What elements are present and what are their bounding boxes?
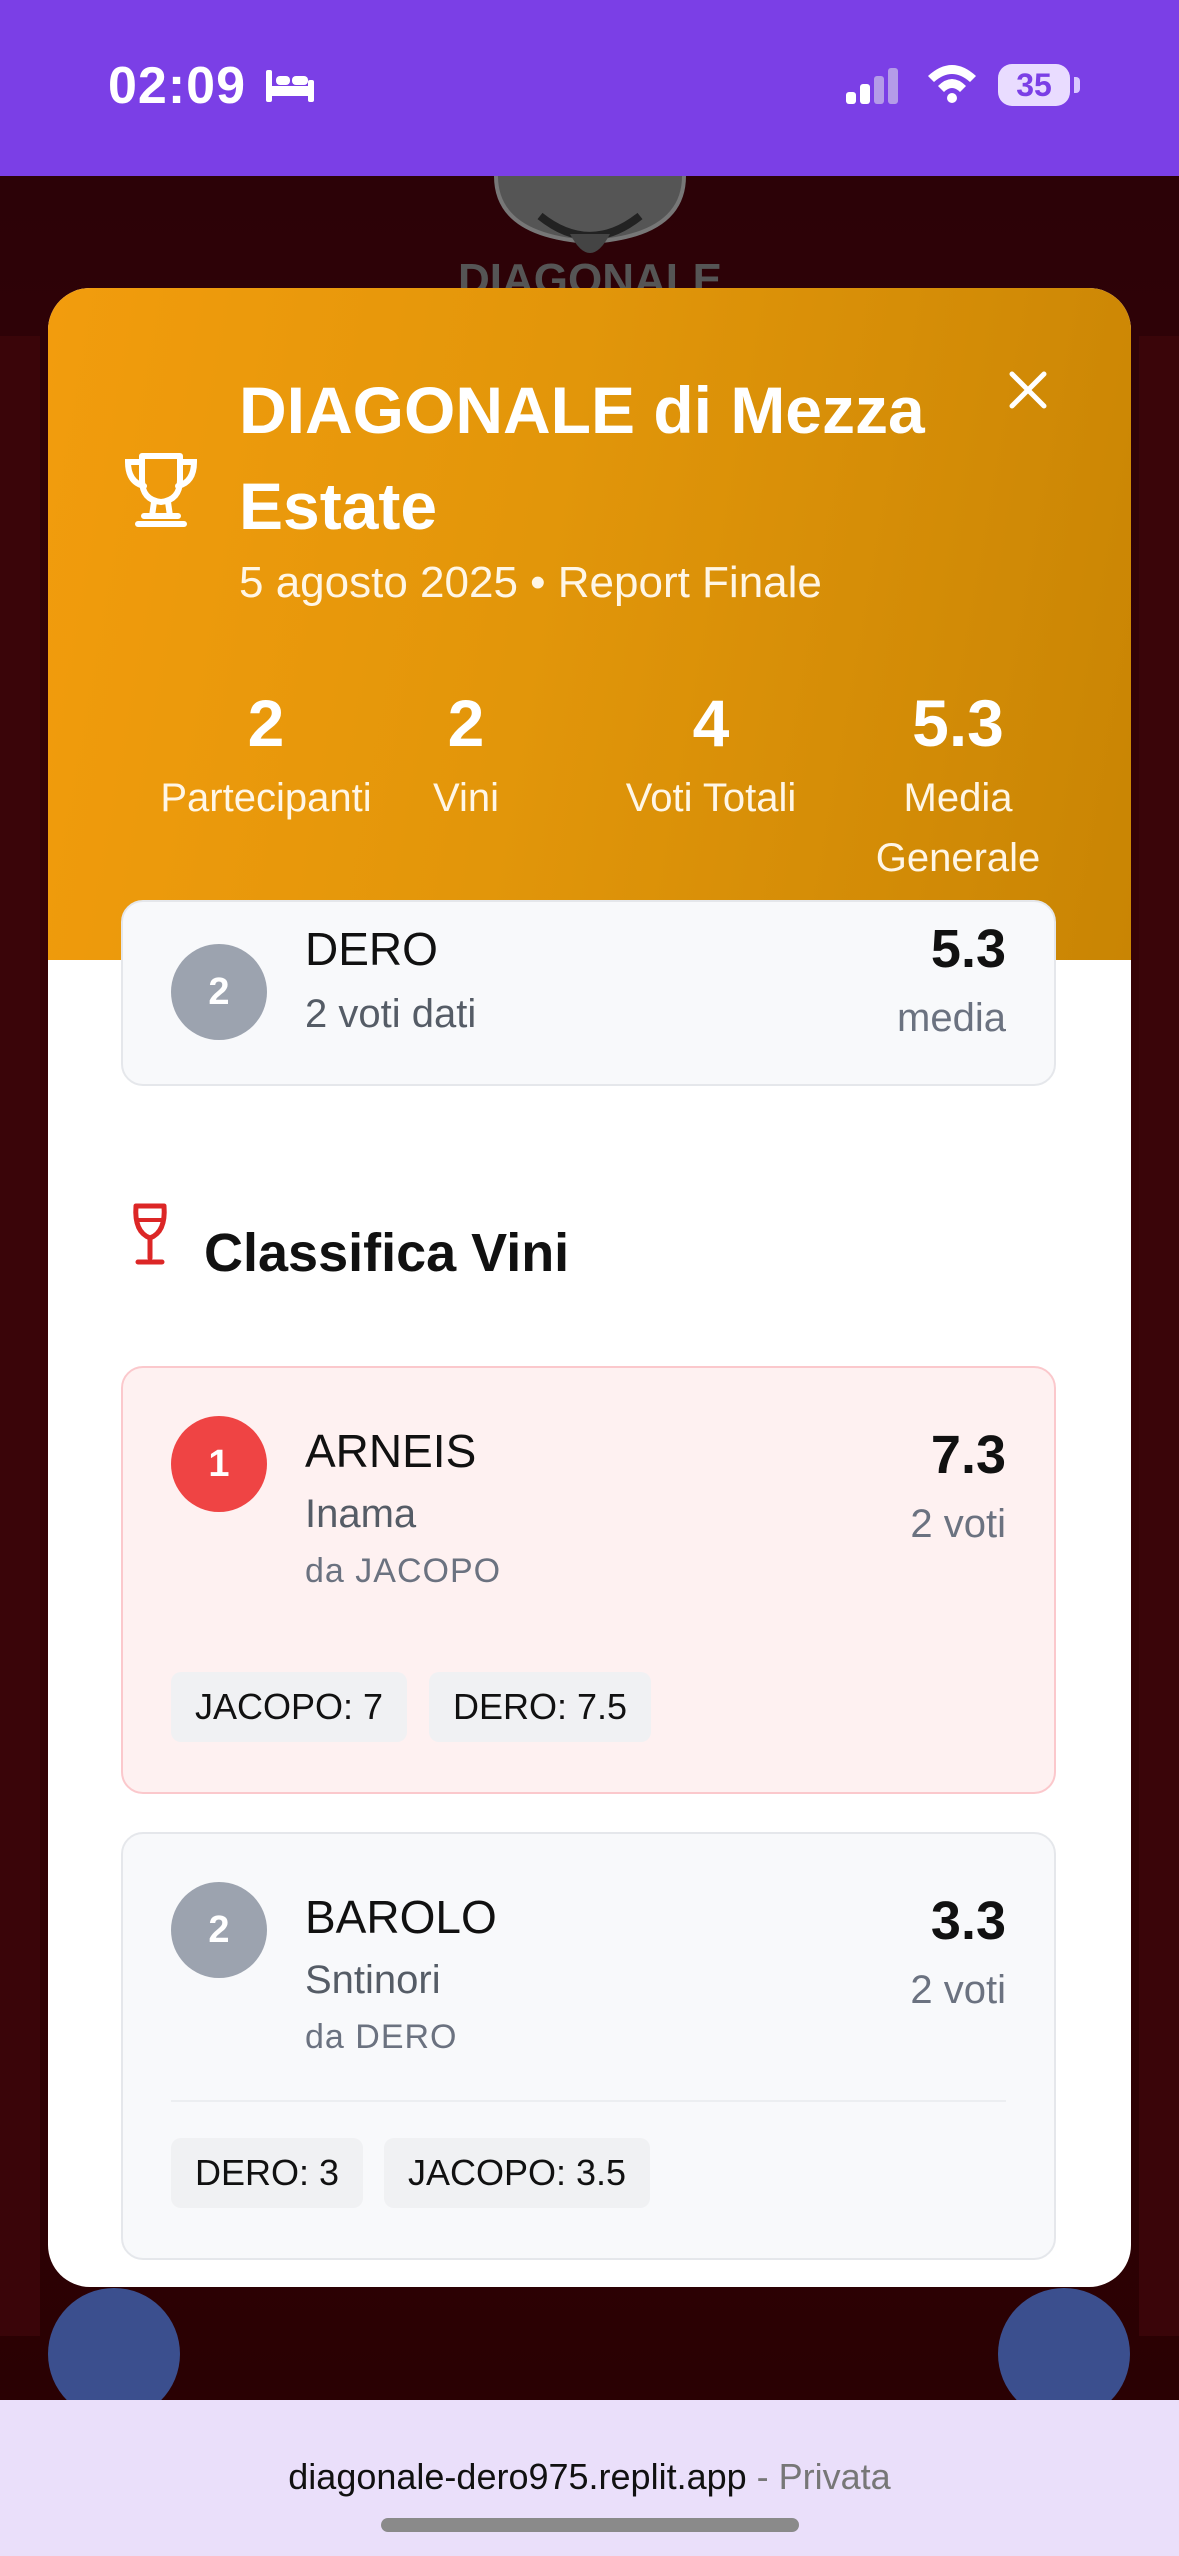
wine-producer: Sntinori [305,1958,441,2002]
section-title: Classifica Vini [204,1223,570,1283]
stats-row: 2 Partecipanti 2 Vini 4 Voti Totali 5.3 … [48,678,1131,918]
rank-badge: 2 [171,1882,267,1978]
stat-value: 2 [447,686,485,760]
vote-chip: JACOPO: 3.5 [384,2138,651,2208]
url-display[interactable]: diagonale-dero975.replit.app - Privata [0,2456,1179,2498]
signal-icon [846,68,898,104]
browser-url-bar[interactable]: diagonale-dero975.replit.app - Privata [0,2400,1179,2556]
stat-label: Voti Totali [625,776,797,820]
wine-score: 7.3 [930,1425,1006,1485]
status-time: 02:09 [108,57,246,115]
background-panel-right [1139,336,1179,2336]
privacy-label: - Privata [756,2456,891,2497]
vote-chip: DERO: 3 [171,2138,364,2208]
wine-name: BAROLO [305,1891,497,1943]
vote-chip: JACOPO: 7 [171,1672,408,1742]
participant-score-label: media [897,996,1006,1040]
wine-card-arneis[interactable]: 1 ARNEIS Inama da JACOPO 7.3 2 voti JACO… [121,1366,1056,1794]
divider [171,2100,1006,2102]
battery-icon: 35 [998,64,1070,106]
modal-title: DIAGONALE di Mezza Estate [239,373,925,543]
wine-vote-count: 2 voti [910,1502,1006,1546]
wine-submitted-by: da DERO [305,2018,458,2056]
url-text: diagonale-dero975.replit.app [288,2456,747,2497]
modal-subtitle: 5 agosto 2025 • Report Finale [239,558,822,607]
stat-wines: 2 Vini [346,678,586,828]
scroll-mask [48,900,1131,960]
wine-card-barolo[interactable]: 2 BAROLO Sntinori da DERO 3.3 2 voti DER… [121,1832,1056,2260]
background-panel-left [0,336,40,2336]
battery-nub [1074,77,1080,93]
bed-icon [266,70,314,102]
wine-submitted-by: da JACOPO [305,1552,502,1590]
status-bar: 02:09 35 [0,0,1179,176]
home-indicator[interactable] [381,2518,799,2532]
vote-chips: JACOPO: 7 DERO: 7.5 [171,1672,1011,1742]
stat-value: 4 [692,686,730,760]
stat-average: 5.3 Media Generale [838,678,1078,888]
stat-label: Vini [433,776,499,820]
vote-chips: DERO: 3 JACOPO: 3.5 [171,2138,1011,2208]
wine-name: ARNEIS [305,1425,477,1477]
wine-glass-icon [133,1203,167,1265]
final-report-modal: DIAGONALE di Mezza Estate 5 agosto 2025 … [48,288,1131,2287]
close-icon [1009,371,1047,409]
app-logo: DIAGONALE [458,176,722,296]
wine-score: 3.3 [930,1891,1006,1951]
wine-producer: Inama [305,1492,417,1536]
wifi-icon [928,65,976,103]
vote-chip: DERO: 7.5 [429,1672,652,1742]
modal-body: 2 DERO 2 voti dati 5.3 media Classifica … [48,900,1131,2287]
wine-vote-count: 2 voti [910,1968,1006,2012]
trophy-icon [124,453,198,527]
close-button[interactable] [996,358,1060,422]
stat-label: Media Generale [875,776,1041,880]
participant-votes: 2 voti dati [305,992,477,1036]
rank-badge: 1 [171,1416,267,1512]
stat-total-votes: 4 Voti Totali [591,678,831,828]
stat-value: 5.3 [912,686,1004,760]
modal-header: DIAGONALE di Mezza Estate 5 agosto 2025 … [48,288,1131,960]
